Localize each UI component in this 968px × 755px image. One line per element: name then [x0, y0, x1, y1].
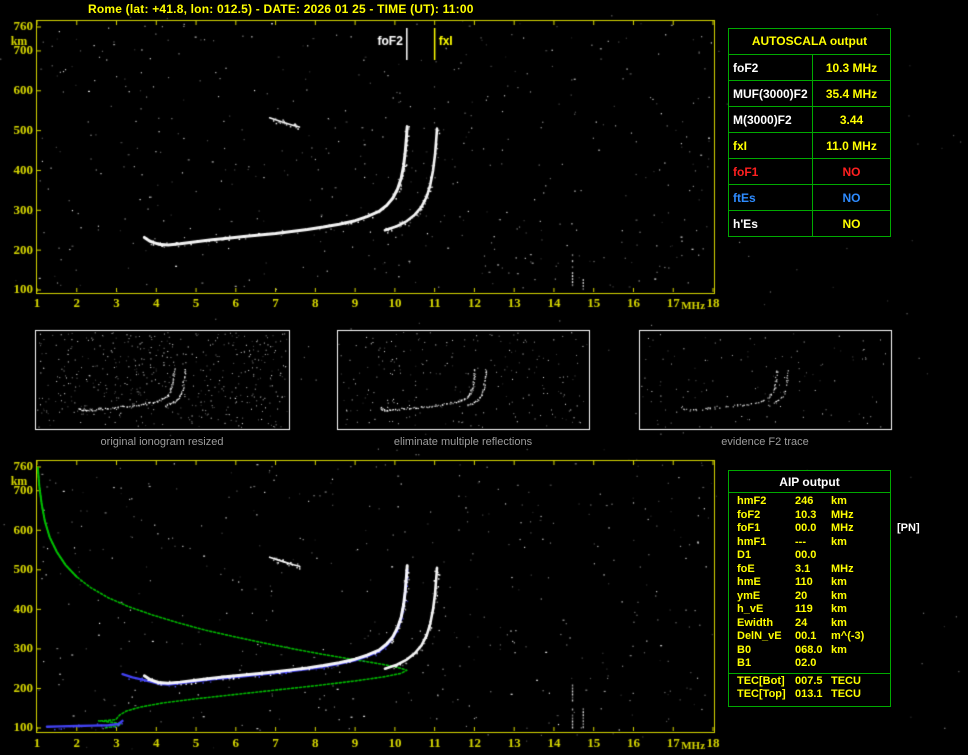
parameter-label: foF2	[729, 55, 813, 80]
aip-row: hmF1 --- km	[729, 536, 890, 550]
parameter-unit: km	[831, 576, 847, 588]
autoscala-row: foF1 NO	[729, 158, 890, 184]
thumbnail-caption-original: original ionogram resized	[100, 436, 224, 448]
aip-row: TEC[Bot] 007.5 TECU	[729, 675, 890, 689]
station-header: Rome (lat: +41.8, lon: 012.5) - DATE: 20…	[88, 2, 474, 16]
parameter-name: h_vE	[737, 603, 764, 615]
aip-tec-rows: TEC[Bot] 007.5 TECU TEC[Top] 013.1 TECU	[729, 672, 890, 702]
thumbnail-original-ionogram	[35, 330, 289, 429]
parameter-name: B0	[737, 643, 752, 656]
aip-row: Ewidth 24 km	[729, 617, 890, 631]
aip-table-header: AIP output	[729, 471, 890, 493]
parameter-name: foE	[737, 562, 755, 575]
parameter-value: 11.0 MHz	[826, 138, 877, 153]
parameter-unit: km	[831, 535, 847, 548]
parameter-value: NO	[842, 216, 861, 231]
aip-row: ymE 20 km	[729, 590, 890, 604]
aip-row: hmF2 246 km	[729, 495, 890, 509]
parameter-value: 007.5	[795, 674, 823, 687]
parameter-name: hmF1	[737, 535, 767, 548]
parameter-value: 246	[795, 495, 814, 507]
parameter-value: 013.1	[795, 688, 823, 700]
parameter-value: 119	[795, 603, 813, 615]
parameter-unit: km	[831, 616, 847, 629]
parameter-unit: m^(-3)	[831, 630, 865, 642]
autoscala-table-header: AUTOSCALA output	[751, 34, 868, 48]
aip-row: foE 3.1 MHz	[729, 563, 890, 577]
parameter-name: TEC[Top]	[737, 688, 786, 700]
aip-row: h_vE 119 km	[729, 603, 890, 617]
parameter-label: h'Es	[729, 211, 813, 236]
parameter-value: 20	[795, 589, 808, 602]
autoscala-row: fxI 11.0 MHz	[729, 132, 890, 158]
parameter-name: TEC[Bot]	[737, 674, 785, 687]
parameter-name: foF1	[737, 522, 761, 534]
parameter-value: 00.0	[795, 522, 817, 534]
parameter-value: 3.1	[795, 562, 811, 575]
aip-row: foF1 00.0 MHz	[729, 522, 890, 536]
parameter-value: 35.4 MHz	[825, 86, 878, 101]
parameter-unit: km	[831, 589, 847, 602]
aip-row: foF2 10.3 MHz	[729, 509, 890, 523]
main-ionogram-plot	[36, 20, 714, 293]
parameter-value: NO	[842, 190, 861, 205]
aip-row: DelN_vE 00.1 m^(-3)	[729, 630, 890, 644]
parameter-value: 10.3 MHz	[825, 60, 878, 75]
aip-row: TEC[Top] 013.1 TECU	[729, 688, 890, 702]
autoscala-table-rows: foF2 10.3 MHz MUF(3000)F2 35.4 MHz M(3000)F2…	[729, 54, 890, 236]
autoscala-row: foF2 10.3 MHz	[729, 54, 890, 80]
parameter-unit: km	[831, 495, 847, 507]
parameter-value: 24	[795, 616, 808, 629]
parameter-unit: MHz	[831, 522, 854, 534]
aip-row: B1 02.0	[729, 657, 890, 671]
parameter-value: 10.3	[795, 508, 817, 521]
parameter-label: M(3000)F2	[729, 107, 813, 132]
parameter-label: ftEs	[729, 185, 813, 210]
parameter-unit: MHz	[831, 562, 854, 575]
parameter-name: Ewidth	[737, 616, 774, 629]
parameter-unit	[831, 657, 890, 671]
parameter-value: 00.0	[795, 549, 817, 561]
thumbnail-eliminate-reflections	[337, 330, 589, 429]
aip-output-table: AIP output hmF2 246 km foF2 10.3 MHz foF1 00.0 M…	[728, 470, 891, 707]
parameter-name: B1	[737, 657, 752, 669]
autoscala-row: ftEs NO	[729, 184, 890, 210]
thumbnail-evidence-f2-trace	[639, 330, 891, 429]
parameter-label: fxI	[729, 133, 813, 158]
parameter-name: foF2	[737, 508, 761, 521]
parameter-value: 068.0	[795, 643, 823, 656]
parameter-name: ymE	[737, 589, 761, 602]
aip-table-rows: hmF2 246 km foF2 10.3 MHz foF1 00.0 MHz hmF1 --- km…	[729, 493, 890, 671]
parameter-name: DelN_vE	[737, 630, 782, 642]
aip-row: B0 068.0 km	[729, 644, 890, 658]
parameter-value: NO	[842, 164, 861, 179]
parameter-label: MUF(3000)F2	[729, 81, 813, 106]
parameter-unit: km	[831, 603, 847, 615]
parameter-unit: TECU	[831, 674, 861, 687]
parameter-name: hmE	[737, 576, 761, 588]
pn-note: [PN]	[897, 522, 920, 534]
parameter-value: 02.0	[795, 657, 817, 669]
parameter-value: ---	[795, 535, 806, 548]
parameter-value: 110	[795, 576, 813, 588]
parameter-unit: MHz	[831, 508, 854, 521]
parameter-name: hmF2	[737, 495, 767, 507]
parameter-value: 00.1	[795, 630, 817, 642]
aip-row: hmE 110 km	[729, 576, 890, 590]
aip-ionogram-plot	[36, 460, 714, 732]
parameter-label: foF1	[729, 159, 813, 184]
parameter-unit	[831, 549, 890, 563]
autoscala-row: MUF(3000)F2 35.4 MHz	[729, 80, 890, 106]
thumbnail-caption-eliminate: eliminate multiple reflections	[393, 436, 533, 448]
autoscala-app-window: { "title": "Rome (lat: +41.8, lon: 012.5…	[0, 0, 968, 755]
autoscala-output-table: AUTOSCALA output foF2 10.3 MHz MUF(3000)F2…	[728, 28, 891, 237]
thumbnail-caption-evidence: evidence F2 trace	[721, 436, 809, 448]
parameter-name: D1	[737, 549, 752, 561]
parameter-unit: km	[831, 643, 847, 656]
aip-row: D1 00.0	[729, 549, 890, 563]
parameter-unit: TECU	[831, 688, 861, 700]
autoscala-row: M(3000)F2 3.44	[729, 106, 890, 132]
autoscala-row: h'Es NO	[729, 210, 890, 236]
parameter-value: 3.44	[839, 112, 864, 127]
